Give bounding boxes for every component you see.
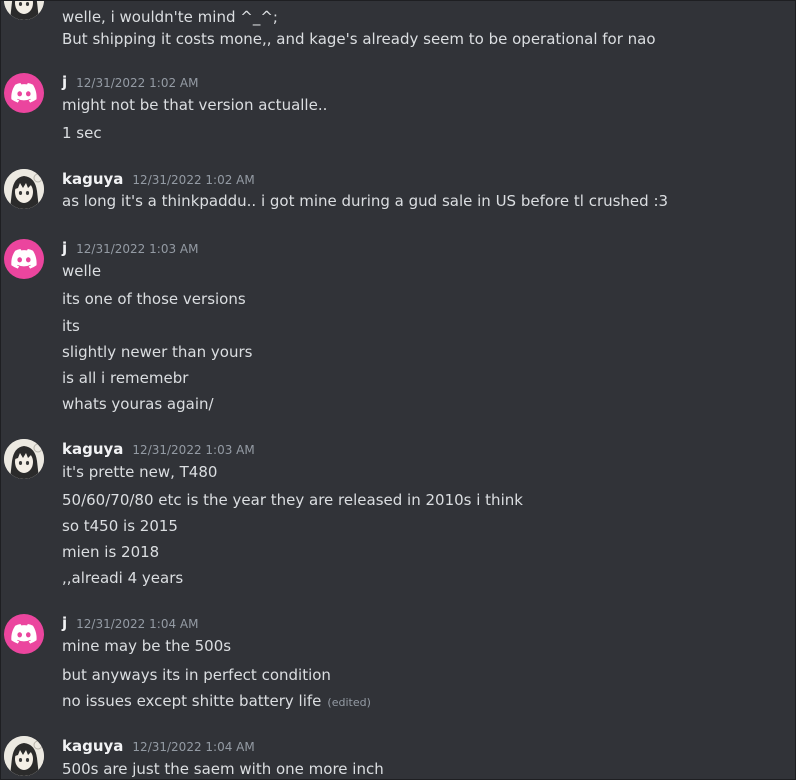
message-text: but anyways its in perfect condition (62, 666, 331, 684)
message-text: 500s are just the saem with one more inc… (62, 760, 384, 778)
message-text: it's prette new, T480 (62, 463, 218, 481)
discord-logo-icon (11, 83, 37, 103)
username[interactable]: j (62, 614, 67, 632)
message-header: j 12/31/2022 1:04 AM (62, 614, 198, 632)
message-text: mien is 2018 (62, 543, 160, 561)
user-avatar[interactable] (4, 169, 44, 209)
message-text: as long it's a thinkpaddu.. i got mine d… (62, 192, 669, 210)
message-text: slightly newer than yours (62, 343, 253, 361)
message-text: no issues except shitte battery life (edi… (62, 692, 371, 710)
anime-girl-avatar-icon (4, 1, 44, 20)
message-text: welle (62, 262, 102, 280)
message-text: 1 sec (62, 124, 102, 142)
timestamp[interactable]: 12/31/2022 1:04 AM (132, 740, 254, 754)
discord-logo-icon (11, 624, 37, 644)
message-text: is all i rememebr (62, 369, 189, 387)
message-text: whats youras again/ (62, 395, 214, 413)
timestamp[interactable]: 12/31/2022 1:04 AM (76, 617, 198, 631)
edited-label[interactable]: (edited) (327, 696, 370, 709)
username[interactable]: kaguya (62, 170, 123, 188)
anime-girl-avatar-icon (4, 736, 44, 776)
anime-girl-avatar-icon (4, 169, 44, 209)
message-text: But shipping it costs mone,, and kage's … (62, 30, 656, 48)
message-header: j 12/31/2022 1:02 AM (62, 73, 198, 91)
chat-message-list[interactable]: welle, i wouldn'te mind ^_^; But shippin… (0, 0, 796, 780)
message-header: kaguya 12/31/2022 1:04 AM (62, 737, 255, 755)
message-text: its one of those versions (62, 290, 246, 308)
timestamp[interactable]: 12/31/2022 1:03 AM (132, 443, 254, 457)
message-text-content: no issues except shitte battery life (62, 692, 322, 710)
user-avatar[interactable] (4, 736, 44, 776)
discord-logo-icon (11, 249, 37, 269)
message-text: its (62, 317, 80, 335)
message-text: might not be that version actualle.. (62, 96, 328, 114)
username[interactable]: kaguya (62, 440, 123, 458)
user-avatar[interactable] (4, 73, 44, 113)
user-avatar[interactable] (4, 1, 44, 20)
anime-girl-avatar-icon (4, 439, 44, 479)
user-avatar[interactable] (4, 614, 44, 654)
message-text: mine may be the 500s (62, 637, 232, 655)
timestamp[interactable]: 12/31/2022 1:02 AM (132, 173, 254, 187)
message-text: ,,alreadi 4 years (62, 569, 184, 587)
message-text: welle, i wouldn'te mind ^_^; (62, 8, 278, 26)
username[interactable]: j (62, 73, 67, 91)
username[interactable]: kaguya (62, 737, 123, 755)
username[interactable]: j (62, 239, 67, 257)
message-header: kaguya 12/31/2022 1:02 AM (62, 170, 255, 188)
message-header: kaguya 12/31/2022 1:03 AM (62, 440, 255, 458)
timestamp[interactable]: 12/31/2022 1:02 AM (76, 76, 198, 90)
message-header: j 12/31/2022 1:03 AM (62, 239, 198, 257)
user-avatar[interactable] (4, 439, 44, 479)
timestamp[interactable]: 12/31/2022 1:03 AM (76, 242, 198, 256)
message-text: 50/60/70/80 etc is the year they are rel… (62, 491, 523, 509)
user-avatar[interactable] (4, 239, 44, 279)
message-text: so t450 is 2015 (62, 517, 178, 535)
